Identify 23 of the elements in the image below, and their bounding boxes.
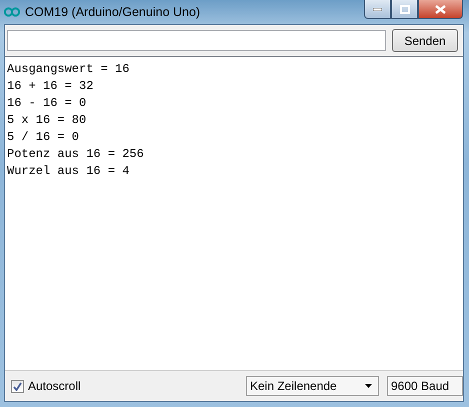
autoscroll-label: Autoscroll xyxy=(28,379,81,393)
caret-icon xyxy=(365,384,372,388)
output-line: 5 x 16 = 80 xyxy=(7,112,86,129)
baud-rate-dropdown[interactable]: 9600 Baud xyxy=(387,376,463,396)
message-input-field[interactable] xyxy=(7,30,386,51)
autoscroll-checkbox[interactable] xyxy=(11,380,24,392)
check-icon xyxy=(13,382,22,390)
output-line: 5 / 16 = 0 xyxy=(7,129,80,146)
output-line: 16 + 16 = 32 xyxy=(7,78,94,95)
output-line: Ausgangswert = 16 xyxy=(7,61,130,78)
window-title: COM19 (Arduino/Genuino Uno) xyxy=(25,5,200,19)
output-line: Potenz aus 16 = 256 xyxy=(7,146,144,163)
close-button[interactable] xyxy=(418,0,463,19)
minimize-icon xyxy=(373,8,382,10)
line-ending-dropdown[interactable]: Kein Zeilenende xyxy=(246,376,379,396)
output-line: Wurzel aus 16 = 4 xyxy=(7,163,130,180)
maximize-button[interactable] xyxy=(391,0,418,19)
minimize-button[interactable] xyxy=(364,0,391,19)
send-button[interactable]: Senden xyxy=(392,29,458,52)
maximize-icon xyxy=(400,4,410,14)
app-logo-icon xyxy=(4,6,20,18)
close-icon xyxy=(435,4,446,14)
output-line: 16 - 16 = 0 xyxy=(7,95,86,112)
